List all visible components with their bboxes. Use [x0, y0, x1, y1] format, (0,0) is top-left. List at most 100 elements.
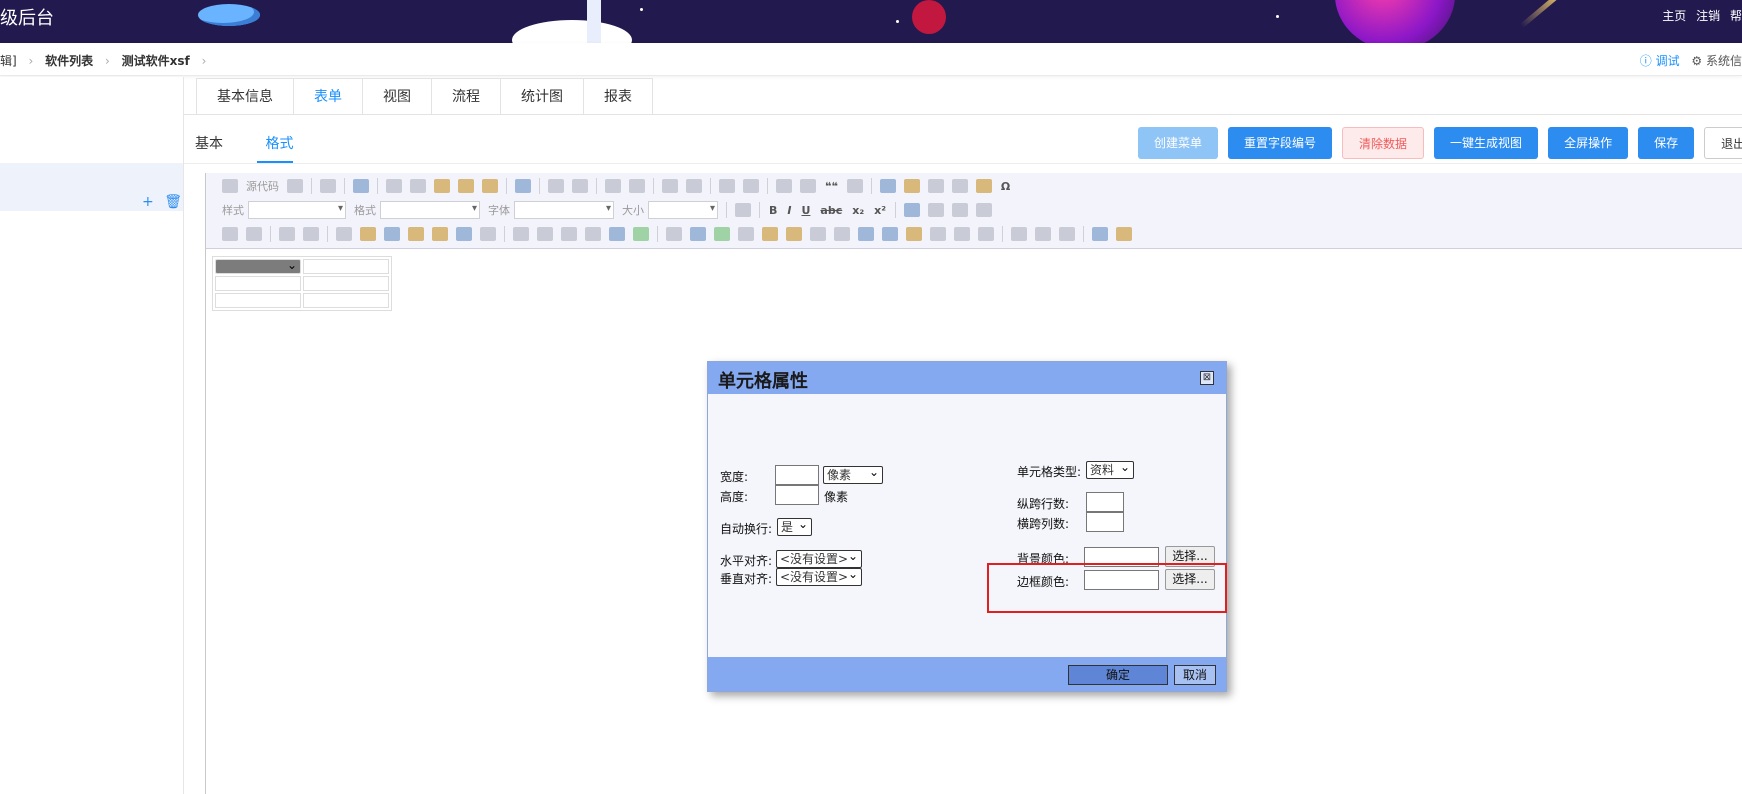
layers-icon[interactable]: [690, 227, 706, 241]
outdent-icon[interactable]: [776, 179, 792, 193]
style-select[interactable]: [248, 201, 346, 219]
help-link[interactable]: 帮: [1730, 9, 1742, 23]
horizontal-rule-icon[interactable]: [951, 179, 968, 193]
size-select[interactable]: [648, 201, 718, 219]
picture-field-icon[interactable]: [714, 227, 730, 241]
frame-field-icon[interactable]: [585, 227, 601, 241]
italic-button[interactable]: I: [787, 204, 791, 217]
chart-field-icon[interactable]: [882, 227, 898, 241]
copy-field-icon[interactable]: [537, 227, 553, 241]
form-field-icon[interactable]: [633, 227, 649, 241]
subtab-basic[interactable]: 基本: [195, 136, 223, 152]
exit-button[interactable]: 退出: [1704, 127, 1742, 159]
subtab-format[interactable]: 格式: [265, 136, 293, 152]
table-icon[interactable]: [927, 179, 944, 193]
template-icon[interactable]: [353, 179, 369, 193]
text-color-icon[interactable]: [735, 203, 751, 217]
background-color-choose-button[interactable]: 选择...: [1165, 546, 1215, 567]
checkbox-icon[interactable]: [222, 227, 238, 241]
paste-word-icon[interactable]: [482, 179, 498, 193]
format-select[interactable]: [380, 201, 480, 219]
table-cell[interactable]: [215, 293, 301, 308]
department-icon[interactable]: [408, 227, 424, 241]
source-button[interactable]: 源代码: [246, 178, 279, 194]
paste-text-icon[interactable]: [458, 179, 474, 193]
tab-basic-info[interactable]: 基本信息: [197, 79, 294, 115]
debug-link[interactable]: ⓘ 调试: [1640, 54, 1680, 68]
signature-icon[interactable]: [786, 227, 802, 241]
flash-icon[interactable]: [903, 179, 920, 193]
user-field-icon[interactable]: [384, 227, 400, 241]
background-color-input[interactable]: [1084, 547, 1159, 567]
copy-icon[interactable]: [410, 179, 426, 193]
unlink-icon[interactable]: [1035, 227, 1051, 241]
reset-field-numbers-button[interactable]: 重置字段编号: [1228, 127, 1333, 159]
underline-button[interactable]: U: [801, 204, 810, 217]
link-icon[interactable]: [1011, 227, 1027, 241]
background-color-icon[interactable]: [1116, 227, 1132, 241]
subscript-button[interactable]: x₂: [852, 204, 864, 217]
source-icon[interactable]: [222, 179, 238, 193]
color-wheel-icon[interactable]: [906, 227, 922, 241]
copy-icon[interactable]: [287, 179, 303, 193]
textarea-icon[interactable]: [303, 227, 319, 241]
table-cell[interactable]: [215, 276, 301, 291]
barcode-icon[interactable]: [834, 227, 850, 241]
align-right-icon[interactable]: [952, 203, 969, 217]
create-menu-button[interactable]: 创建菜单: [1138, 127, 1219, 159]
preview-icon[interactable]: [320, 179, 336, 193]
radio-icon[interactable]: [246, 227, 262, 241]
cut-icon[interactable]: [386, 179, 402, 193]
height-input[interactable]: [775, 485, 819, 505]
image-icon[interactable]: [879, 179, 896, 193]
clear-data-button[interactable]: 清除数据: [1342, 127, 1425, 159]
cancel-button[interactable]: 取消: [1174, 665, 1216, 685]
bold-button[interactable]: B: [769, 204, 777, 217]
minus-field-icon[interactable]: [978, 227, 994, 241]
form-layout-table[interactable]: [212, 256, 392, 311]
breadcrumb-item[interactable]: 辑]: [0, 54, 17, 68]
superscript-button[interactable]: x²: [874, 204, 886, 217]
breadcrumb-item[interactable]: 测试软件xsf: [122, 54, 190, 68]
generate-view-button[interactable]: 一键生成视图: [1434, 127, 1539, 159]
blockquote-icon[interactable]: ❝❝: [825, 180, 838, 193]
table-cell[interactable]: [303, 259, 389, 274]
tree-field-icon[interactable]: [456, 227, 472, 241]
table-cell[interactable]: [303, 276, 389, 291]
eraser-icon[interactable]: [686, 179, 702, 193]
border-color-choose-button[interactable]: 选择...: [1165, 569, 1215, 590]
tab-report[interactable]: 报表: [584, 79, 652, 115]
paste-icon[interactable]: [434, 179, 450, 193]
indent-icon[interactable]: [800, 179, 816, 193]
font-select[interactable]: [514, 201, 614, 219]
table-cell[interactable]: [303, 293, 389, 308]
attachment-icon[interactable]: [762, 227, 778, 241]
list-field-icon[interactable]: [336, 227, 352, 241]
cell-type-select[interactable]: 资料: [1086, 459, 1134, 479]
trash-icon[interactable]: 🗑: [164, 194, 182, 210]
logout-link[interactable]: 注销: [1696, 9, 1720, 23]
doc-field-icon[interactable]: [561, 227, 577, 241]
number-field-icon[interactable]: [954, 227, 970, 241]
breadcrumb-item[interactable]: 软件列表: [45, 54, 93, 68]
special-char-icon[interactable]: Ω: [1001, 180, 1010, 193]
tab-form[interactable]: 表单: [294, 79, 363, 115]
undo-icon[interactable]: [548, 179, 564, 193]
grid-field-icon[interactable]: [738, 227, 754, 241]
table-cell-selected[interactable]: [215, 257, 301, 274]
save-button[interactable]: 保存: [1638, 127, 1695, 159]
label-field-icon[interactable]: [513, 227, 529, 241]
find-icon[interactable]: [605, 179, 621, 193]
close-icon[interactable]: ⊠: [1200, 371, 1214, 385]
auto-wrap-select[interactable]: 是: [777, 516, 812, 536]
add-icon[interactable]: +: [142, 194, 154, 210]
view-field-icon[interactable]: [609, 227, 625, 241]
tab-flow[interactable]: 流程: [432, 79, 501, 115]
strikethrough-button[interactable]: abc: [820, 204, 842, 217]
home-link[interactable]: 主页: [1662, 9, 1686, 23]
font-color-icon[interactable]: [1092, 227, 1108, 241]
width-input[interactable]: [775, 465, 819, 485]
div-container-icon[interactable]: [846, 179, 863, 193]
replace-icon[interactable]: [629, 179, 645, 193]
calendar-icon[interactable]: [360, 227, 376, 241]
